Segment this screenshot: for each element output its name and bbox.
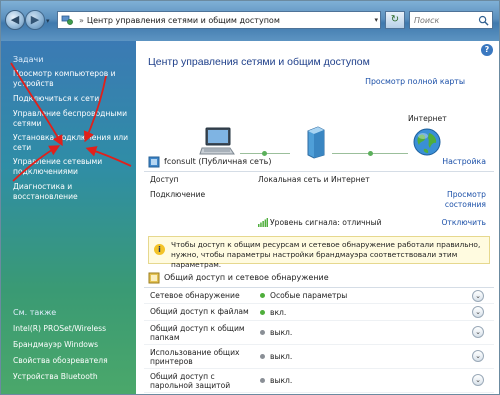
see-also-intel-proset[interactable]: Intel(R) PROSet/Wireless [13,324,131,334]
network-details: Доступ Локальная сеть и Интернет Подключ… [144,171,494,230]
table-row: Доступ Локальная сеть и Интернет [144,172,494,187]
address-bar[interactable]: » Центр управления сетями и общим доступ… [57,11,381,29]
network-hub-icon [307,126,325,159]
public-network-icon [148,156,160,168]
row-value: Локальная сеть и Интернет [258,175,370,184]
signal-strength-text: Уровень сигнала: отличный [270,218,382,227]
row-key: Доступ [150,175,179,184]
setting-name: Общий доступ с парольной защитой [150,372,231,390]
table-row: Использование общих принтеров выкл. ⌄ [144,345,494,369]
customize-link[interactable]: Настройка [442,157,486,166]
network-section-header: fconsult (Публичная сеть) Настройка [144,156,494,170]
table-row: Уровень сигнала: отличный Отключить [144,215,494,230]
setting-value: выкл. [270,376,293,385]
help-icon[interactable]: ? [481,44,493,56]
computer-icon [199,127,235,155]
signal-strength-icon [258,218,268,227]
sharing-title: Общий доступ и сетевое обнаружение [164,273,329,282]
task-view-computers[interactable]: Просмотр компьютеров и устройств [13,69,131,89]
see-also-heading: См. также [13,308,57,317]
search-box[interactable] [409,11,493,29]
search-icon[interactable] [478,15,489,26]
network-center-icon [61,15,73,25]
sharing-section-header: Общий доступ и сетевое обнаружение [144,272,494,286]
view-full-map-link[interactable]: Просмотр полной карты [365,77,465,86]
disconnect-link[interactable]: Отключить [441,218,486,227]
expand-button[interactable]: ⌄ [472,326,484,338]
expand-button[interactable]: ⌄ [472,350,484,362]
breadcrumb-separator: » [79,15,84,25]
tasks-heading: Задачи [13,55,44,64]
status-off-icon [260,378,265,383]
table-row: Подключение Просмотр состояния [144,187,494,215]
forward-button[interactable]: ▶ [25,10,45,30]
expand-button[interactable]: ⌄ [472,374,484,386]
navigation-bar: ◀ ▶ ▾ » Центр управления сетями и общим … [1,1,499,41]
setting-value: выкл. [270,352,293,361]
table-row: Общий доступ к файлам вкл. ⌄ [144,304,494,321]
main-content: ? Центр управления сетями и общим доступ… [136,41,499,394]
see-also-browser-properties[interactable]: Свойства обозревателя [13,356,131,366]
expand-button[interactable]: ⌄ [472,290,484,302]
refresh-button[interactable]: ↻ [385,11,405,29]
address-dropdown-icon[interactable]: ▾ [374,16,378,24]
status-off-icon [260,330,265,335]
breadcrumb-current[interactable]: Центр управления сетями и общим доступом [87,16,280,25]
setting-value: вкл. [270,308,287,317]
setting-value: Особые параметры [270,291,348,300]
task-manage-connections[interactable]: Управление сетевыми подключениями [13,157,131,177]
task-setup-connection[interactable]: Установка подключения или сети [13,133,131,153]
sharing-icon [148,272,160,284]
network-name: fconsult (Публичная сеть) [164,157,272,166]
firewall-info-bar[interactable]: i Чтобы доступ к общим ресурсам и сетево… [148,236,490,269]
setting-value: выкл. [270,328,293,337]
view-status-link[interactable]: Просмотр состояния [440,190,486,210]
internet-globe-icon [413,128,441,156]
setting-name: Использование общих принтеров [150,348,240,366]
task-pane: Задачи Просмотр компьютеров и устройств … [1,41,136,394]
setting-name: Общий доступ к файлам [150,307,249,316]
row-key: Подключение [150,190,206,199]
table-row: Общий доступ с парольной защитой выкл. ⌄ [144,369,494,393]
sharing-settings-table: Сетевое обнаружение Особые параметры ⌄ О… [144,287,494,393]
task-connect-network[interactable]: Подключиться к сети [13,94,131,104]
setting-name: Общий доступ к общим папкам [150,324,245,342]
expand-button[interactable]: ⌄ [472,306,484,318]
page-title: Центр управления сетями и общим доступом [148,56,370,68]
see-also-bluetooth[interactable]: Устройства Bluetooth [13,372,131,382]
see-also-firewall[interactable]: Брандмауэр Windows [13,340,131,350]
table-row: Общий доступ к общим папкам выкл. ⌄ [144,321,494,345]
status-on-icon [260,293,265,298]
setting-name: Сетевое обнаружение [150,291,240,300]
info-icon: i [154,244,165,255]
back-button[interactable]: ◀ [5,10,25,30]
internet-label: Интернет [408,114,447,123]
table-row: Сетевое обнаружение Особые параметры ⌄ [144,288,494,304]
explorer-window: ◀ ▶ ▾ » Центр управления сетями и общим … [0,0,500,395]
history-dropdown-icon[interactable]: ▾ [46,17,54,25]
task-diagnose-repair[interactable]: Диагностика и восстановление [13,182,131,202]
status-on-icon [260,310,265,315]
status-off-icon [260,354,265,359]
info-text: Чтобы доступ к общим ресурсам и сетевое … [171,240,481,269]
task-manage-wireless[interactable]: Управление беспроводными сетями [13,109,131,129]
search-input[interactable] [414,15,476,25]
